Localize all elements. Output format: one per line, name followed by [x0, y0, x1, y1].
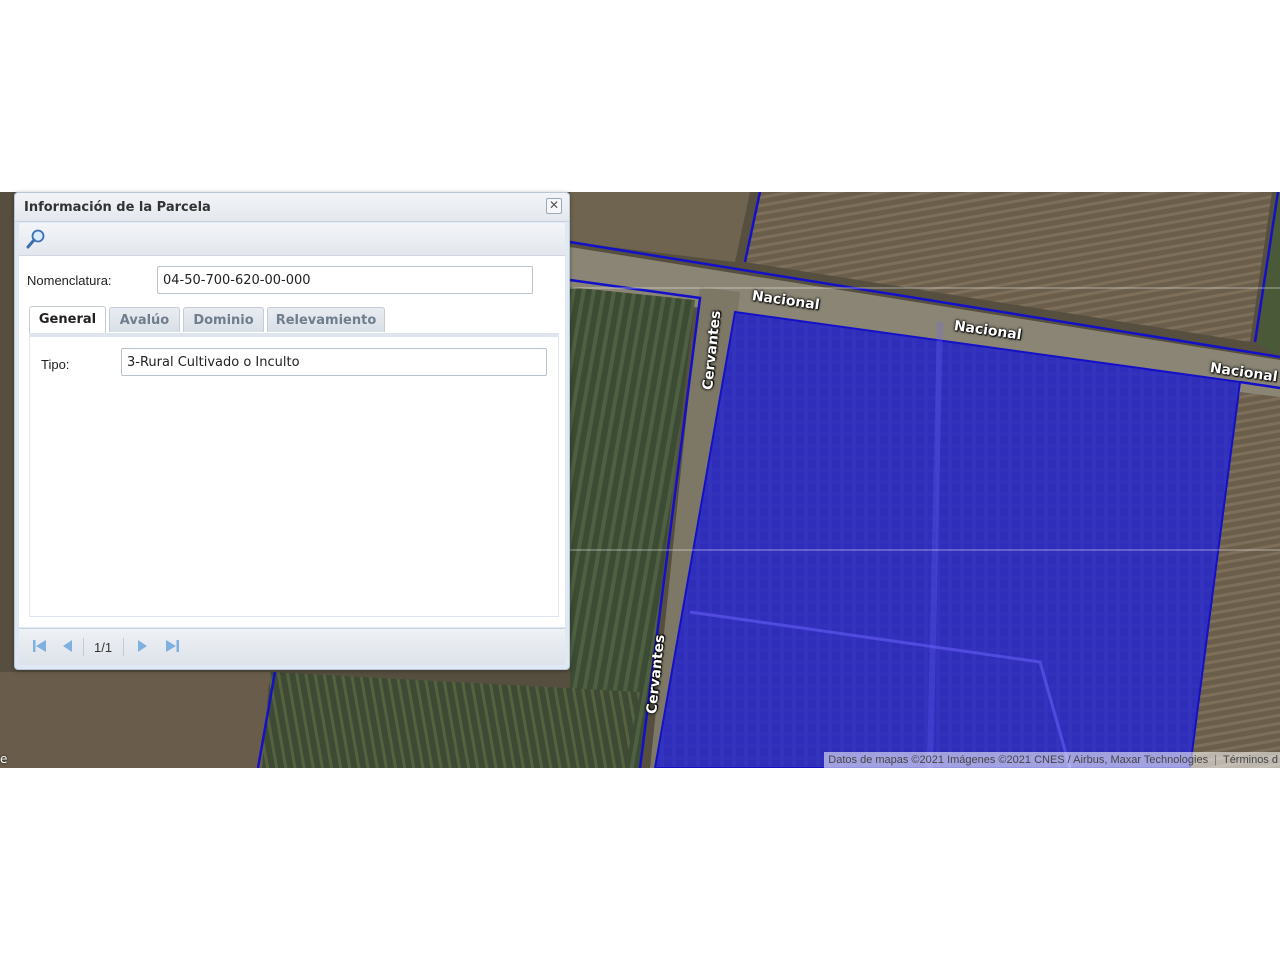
nomenclatura-label: Nomenclatura:: [27, 273, 112, 288]
dialog-title: Información de la Parcela: [24, 200, 211, 215]
last-page-icon: [166, 640, 179, 652]
tab-panel-general: Tipo:: [29, 337, 559, 617]
map-attribution: Datos de mapas ©2021 Imágenes ©2021 CNES…: [824, 752, 1280, 768]
tab-relevamiento[interactable]: Relevamiento: [267, 307, 385, 332]
terms-link[interactable]: Términos d: [1223, 754, 1278, 766]
pager-toolbar: 1/1: [19, 628, 565, 665]
tab-strip: General Avalúo Dominio Relevamiento: [29, 305, 559, 337]
map-edge-mark: e: [0, 752, 8, 766]
nomenclatura-field[interactable]: [157, 266, 533, 294]
attribution-text: Datos de mapas ©2021 Imágenes ©2021 CNES…: [828, 754, 1209, 766]
next-page-icon: [138, 640, 147, 652]
tab-dominio[interactable]: Dominio: [183, 307, 264, 332]
close-button[interactable]: ✕: [546, 198, 562, 214]
last-page-button[interactable]: [163, 637, 181, 655]
first-page-button[interactable]: [31, 637, 49, 655]
page-indicator: 1/1: [94, 640, 113, 655]
selected-parcel[interactable]: [653, 310, 1242, 768]
tab-general[interactable]: General: [29, 306, 106, 333]
prev-page-button[interactable]: [59, 637, 77, 655]
pager-separator: [123, 638, 124, 656]
tipo-label: Tipo:: [41, 357, 70, 372]
search-icon: [26, 229, 45, 249]
dialog-header[interactable]: Información de la Parcela ✕: [15, 193, 569, 222]
tipo-field[interactable]: [121, 348, 547, 376]
field-bottom-far-left: [0, 672, 270, 768]
next-page-button[interactable]: [133, 637, 151, 655]
dialog-content: Nomenclatura: General Avalúo Dominio Rel…: [19, 256, 565, 627]
pager-separator: [83, 638, 84, 656]
search-button[interactable]: [25, 228, 47, 250]
first-page-icon: [33, 640, 46, 652]
parcel-info-dialog: Información de la Parcela ✕ Nomenclatura…: [14, 192, 570, 670]
tab-avaluo[interactable]: Avalúo: [109, 307, 180, 332]
prev-page-icon: [63, 640, 72, 652]
dialog-toolbar: [19, 223, 565, 256]
